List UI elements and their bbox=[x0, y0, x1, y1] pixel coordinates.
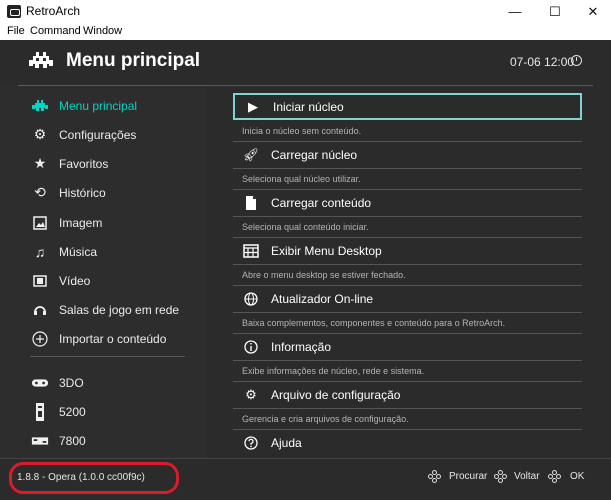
menu-file[interactable]: File bbox=[7, 25, 25, 37]
menu-entry-iniciar-nucleo[interactable]: ▶ Iniciar núcleo Inicia o núcleo sem con… bbox=[233, 93, 582, 141]
help-icon bbox=[243, 435, 259, 451]
menu-entry-label: Carregar conteúdo bbox=[271, 196, 372, 210]
netplay-icon bbox=[31, 301, 49, 319]
gear-icon: ⚙ bbox=[33, 126, 47, 142]
retroarch-app-icon bbox=[7, 5, 21, 18]
menu-entry-label: Atualizador On-line bbox=[271, 292, 374, 306]
sidebar-item-label: Importar o conteúdo bbox=[59, 331, 167, 346]
menu-entry-label: Ajuda bbox=[271, 436, 302, 450]
desktop-icon bbox=[243, 243, 259, 259]
menu-entry-description: Seleciona qual conteúdo iniciar. bbox=[233, 216, 582, 237]
rocket-icon: 🚀︎ bbox=[242, 147, 260, 162]
sidebar-item-label: 5200 bbox=[59, 404, 86, 419]
menu-entry-atualizador-online[interactable]: Atualizador On-line Baixa complementos, … bbox=[233, 285, 582, 333]
gamepad-button-icon bbox=[548, 470, 562, 484]
sidebar-item-label: Histórico bbox=[59, 185, 106, 200]
page-title: Menu principal bbox=[66, 50, 201, 71]
minimize-button[interactable]: — bbox=[495, 0, 535, 23]
menu-bar: File Command Window bbox=[0, 23, 611, 40]
sidebar-item-label: Imagem bbox=[59, 215, 103, 230]
menu-entry-description: Baixa complementos, componentes e conteú… bbox=[233, 312, 582, 333]
sidebar-item-label: 7800 bbox=[59, 433, 86, 448]
menu-entry-description: Exibe informações de núcleo, rede e sist… bbox=[233, 360, 582, 381]
hint-ok[interactable]: OK bbox=[570, 471, 584, 482]
sidebar-item-label: Salas de jogo em rede bbox=[59, 302, 180, 317]
menu-entry-carregar-nucleo[interactable]: 🚀︎ Carregar núcleo Seleciona qual núcleo… bbox=[233, 141, 582, 189]
sidebar-item-label: Configurações bbox=[59, 127, 137, 142]
menu-entry-description: Seleciona qual núcleo utilizar. bbox=[233, 168, 582, 189]
sidebar-item-importar[interactable]: Importar o conteúdo bbox=[0, 324, 200, 353]
footer: 1.8.8 - Opera (1.0.0 cc00f9c) Procurar V… bbox=[0, 459, 611, 500]
sidebar-item-menu-principal[interactable]: Menu principal bbox=[0, 91, 200, 120]
console-5200-icon bbox=[31, 402, 49, 421]
sidebar-item-favoritos[interactable]: ★ Favoritos bbox=[0, 149, 200, 178]
menu-entry-informacao[interactable]: Informação Exibe informações de núcleo, … bbox=[233, 333, 582, 381]
sidebar-item-salas-de-jogo[interactable]: Salas de jogo em rede bbox=[0, 295, 200, 324]
retroarch-ui: Menu principal 07-06 12:00 Menu principa… bbox=[0, 40, 611, 500]
settings-file-icon: ⚙ bbox=[245, 387, 257, 402]
sidebar-divider bbox=[30, 356, 185, 357]
image-icon bbox=[31, 214, 49, 232]
sidebar-item-label: Vídeo bbox=[59, 273, 91, 288]
gamepad-dpad-icon bbox=[428, 470, 442, 484]
console-7800-icon bbox=[31, 432, 49, 450]
sidebar-item-label: Música bbox=[59, 244, 98, 259]
clock-icon bbox=[571, 55, 582, 66]
sidebar-item-5200[interactable]: 5200 bbox=[0, 397, 200, 426]
menu-entry-label: Exibir Menu Desktop bbox=[271, 244, 382, 258]
sidebar-item-imagem[interactable]: Imagem bbox=[0, 208, 200, 237]
window-title: RetroArch bbox=[26, 4, 81, 18]
window-titlebar: RetroArch — ☐ ✕ bbox=[0, 0, 611, 23]
history-icon: ⟲ bbox=[34, 184, 46, 200]
sidebar-item-3do[interactable]: 3DO bbox=[0, 368, 200, 397]
globe-icon bbox=[243, 291, 259, 307]
menu-entry-label: Arquivo de configuração bbox=[271, 388, 401, 402]
menu-window[interactable]: Window bbox=[83, 25, 122, 37]
menu-entry-carregar-conteudo[interactable]: Carregar conteúdo Seleciona qual conteúd… bbox=[233, 189, 582, 237]
sidebar-item-musica[interactable]: ♫ Música bbox=[0, 237, 200, 266]
console-3do-icon bbox=[31, 374, 49, 392]
menu-command[interactable]: Command bbox=[30, 25, 81, 37]
sidebar-item-configuracoes[interactable]: ⚙ Configurações bbox=[0, 120, 200, 149]
menu-entry-description: Abre o menu desktop se estiver fechado. bbox=[233, 264, 582, 285]
sidebar-item-label: Favoritos bbox=[59, 156, 109, 171]
invader-icon bbox=[31, 97, 49, 115]
clock: 07-06 12:00 bbox=[510, 55, 575, 69]
star-icon: ★ bbox=[33, 155, 47, 171]
retroarch-logo-icon bbox=[29, 52, 53, 68]
close-button[interactable]: ✕ bbox=[573, 0, 611, 23]
info-icon bbox=[243, 339, 259, 355]
sidebar-item-label: 3DO bbox=[59, 375, 84, 390]
menu-entry-label: Carregar núcleo bbox=[271, 148, 358, 162]
sidebar-item-7800[interactable]: 7800 bbox=[0, 426, 200, 455]
menu-entry-arquivo-de-configuracao[interactable]: ⚙ Arquivo de configuração Gerencia e cri… bbox=[233, 381, 582, 429]
menu-entry-label: Informação bbox=[271, 340, 332, 354]
sidebar-item-historico[interactable]: ⟲ Histórico bbox=[0, 178, 200, 207]
video-icon bbox=[31, 272, 49, 290]
menu-entry-label: Iniciar núcleo bbox=[273, 99, 344, 114]
main-menu-list: ▶ Iniciar núcleo Inicia o núcleo sem con… bbox=[205, 86, 611, 458]
hint-procurar[interactable]: Procurar bbox=[449, 471, 487, 482]
menu-entry-ajuda[interactable]: Ajuda bbox=[233, 429, 582, 456]
hint-voltar[interactable]: Voltar bbox=[514, 471, 540, 482]
sidebar-item-video[interactable]: Vídeo bbox=[0, 266, 200, 295]
plus-icon bbox=[31, 330, 49, 348]
menu-entry-description: Gerencia e cria arquivos de configuração… bbox=[233, 408, 582, 429]
sidebar-item-label: Menu principal bbox=[59, 98, 138, 113]
maximize-button[interactable]: ☐ bbox=[535, 0, 575, 23]
music-icon: ♫ bbox=[34, 243, 46, 260]
file-icon bbox=[243, 195, 259, 211]
play-icon: ▶ bbox=[248, 98, 258, 114]
sidebar: Menu principal ⚙ Configurações ★ Favorit… bbox=[0, 86, 205, 458]
menu-entry-description: Inicia o núcleo sem conteúdo. bbox=[242, 125, 362, 136]
header: Menu principal 07-06 12:00 bbox=[0, 40, 611, 85]
menu-entry-exibir-menu-desktop[interactable]: Exibir Menu Desktop Abre o menu desktop … bbox=[233, 237, 582, 285]
gamepad-button-icon bbox=[494, 470, 508, 484]
annotation-highlight-ring bbox=[9, 462, 179, 494]
